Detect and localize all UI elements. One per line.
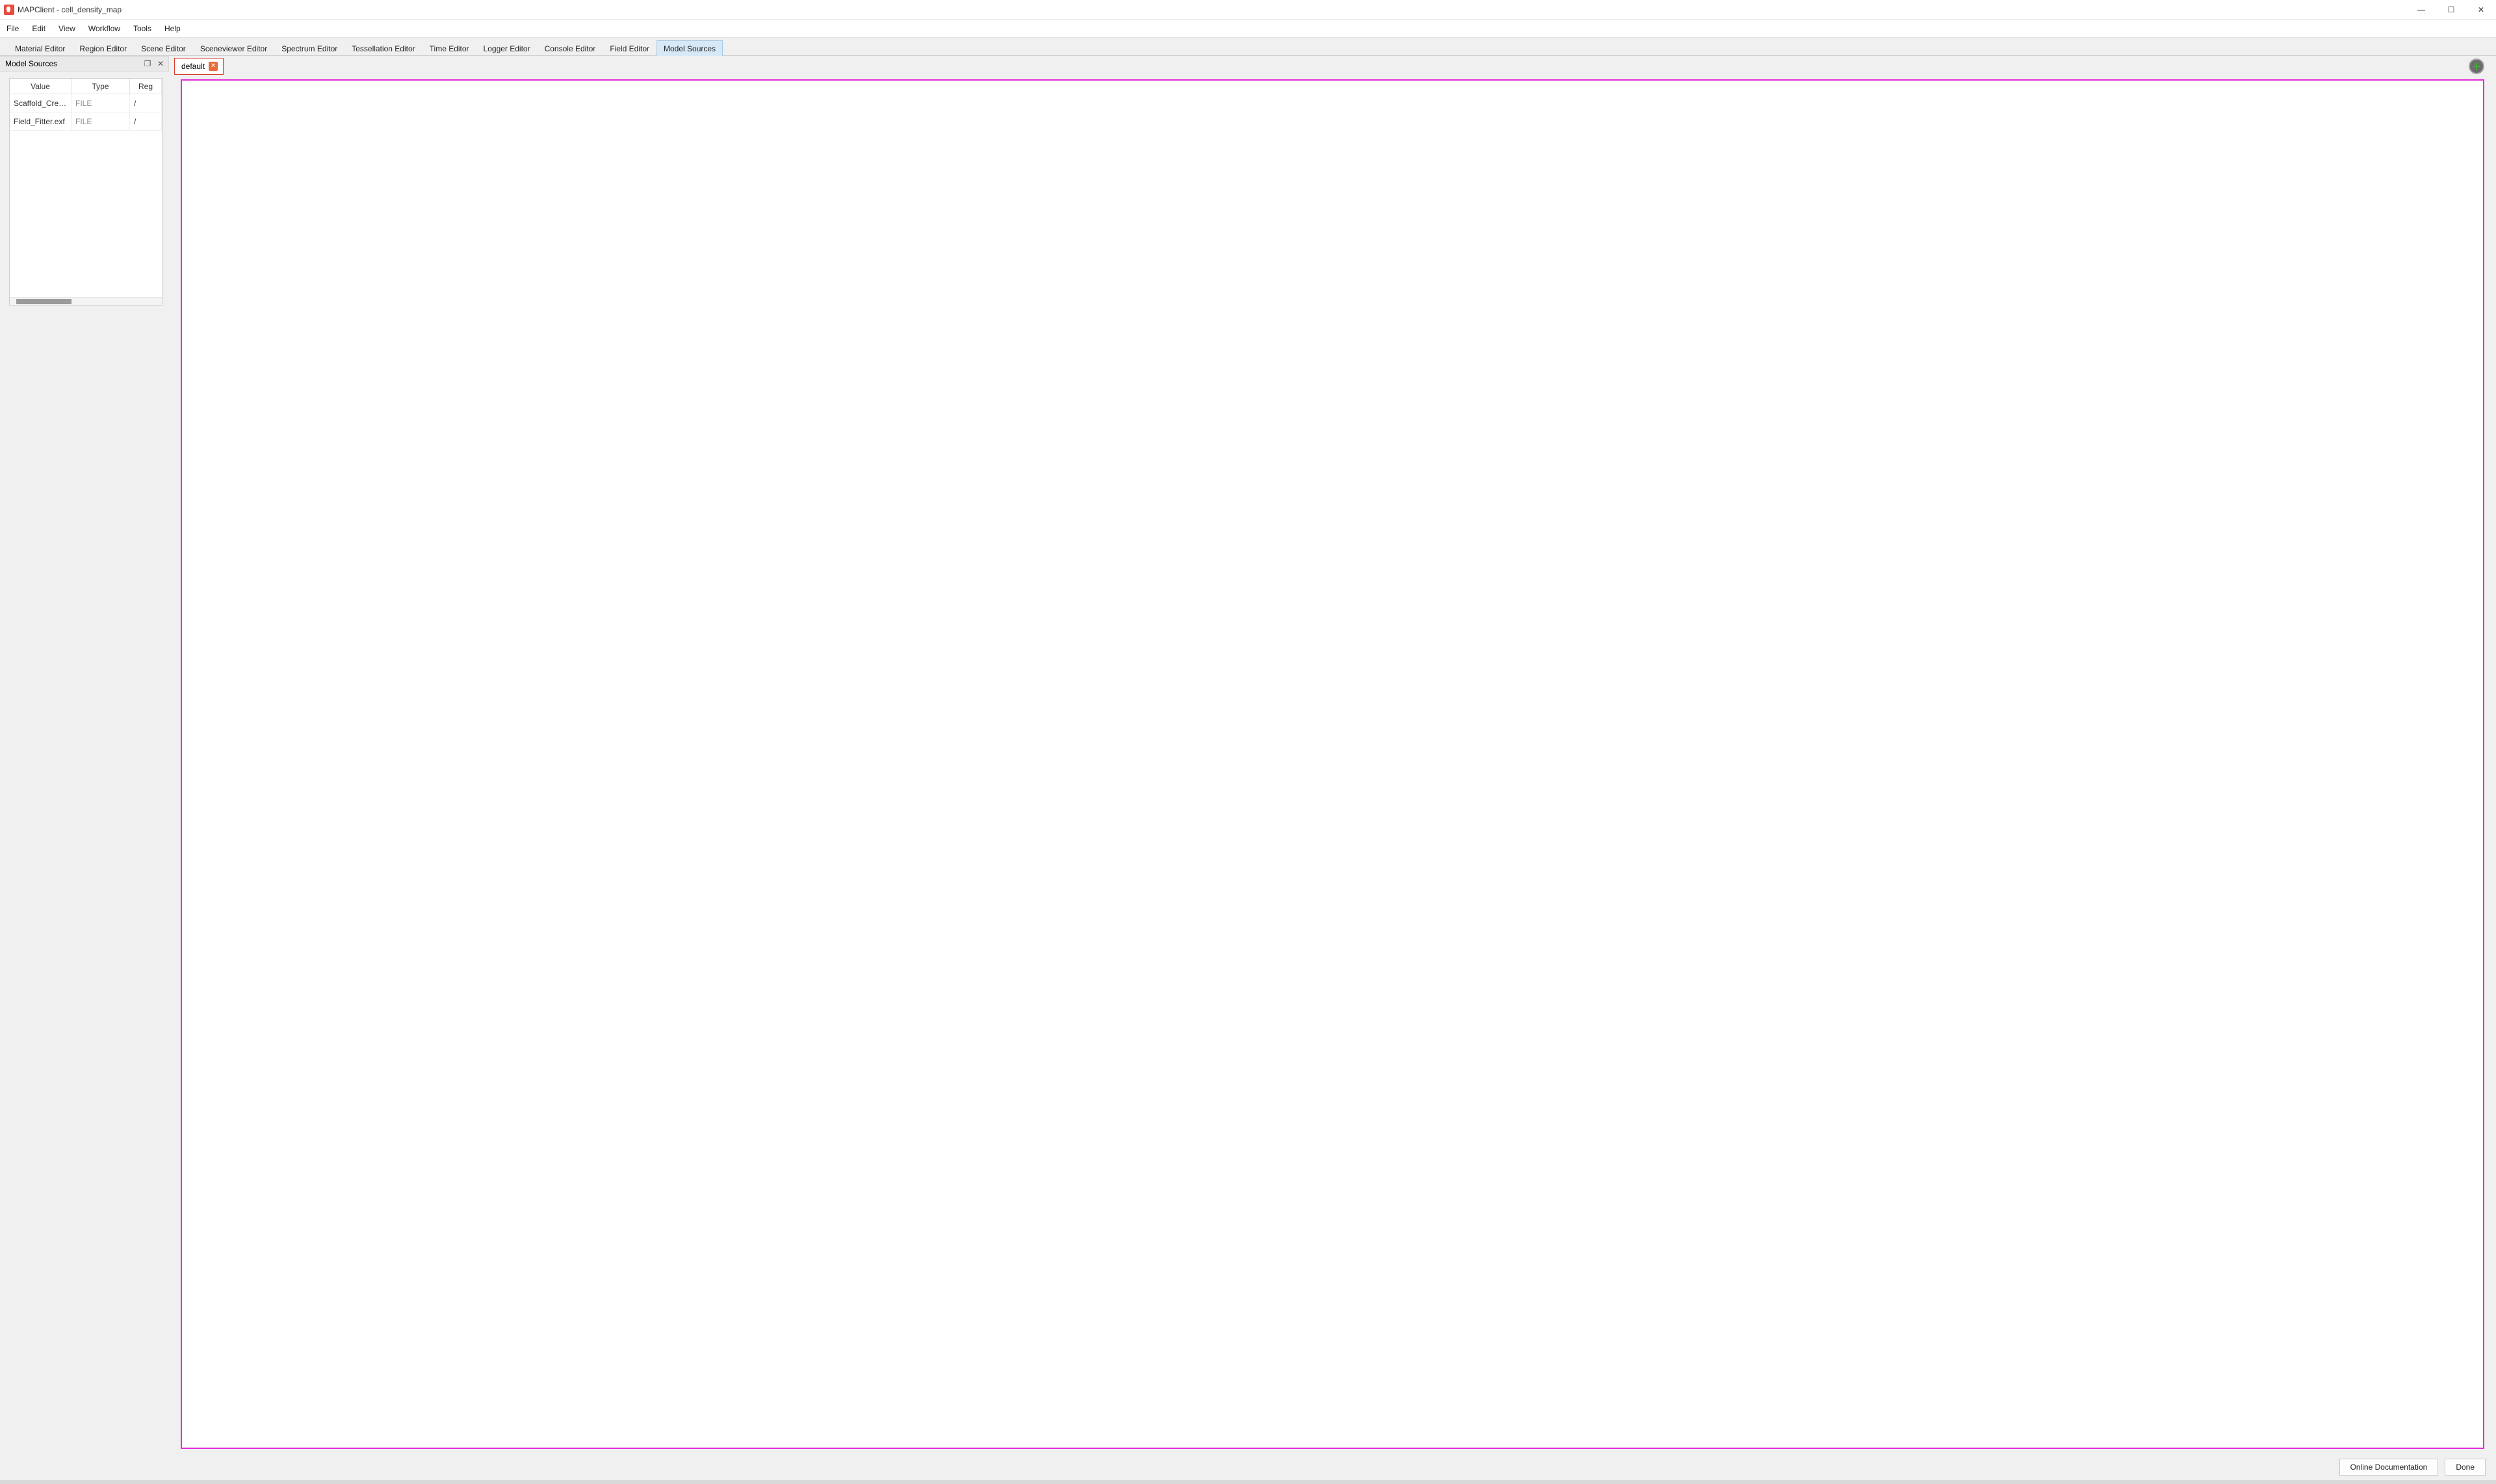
- maximize-button[interactable]: ☐: [2436, 0, 2466, 19]
- menu-help[interactable]: Help: [158, 20, 187, 38]
- cell-reg[interactable]: /: [130, 94, 162, 112]
- model-sources-panel: Model Sources ❐ ✕ Value Type Reg Scaffol…: [0, 56, 169, 1480]
- document-tab-close-icon[interactable]: ✕: [209, 62, 218, 71]
- menu-edit[interactable]: Edit: [25, 20, 52, 38]
- tab-time-editor[interactable]: Time Editor: [422, 40, 476, 56]
- cell-reg[interactable]: /: [130, 112, 162, 130]
- cell-type[interactable]: FILE: [72, 94, 130, 112]
- table-row[interactable]: Field_Fitter.exf FILE /: [10, 112, 162, 131]
- main-panel: default ✕ Online Documentation Done: [169, 56, 2496, 1480]
- tab-region-editor[interactable]: Region Editor: [72, 40, 134, 56]
- tab-scene-editor[interactable]: Scene Editor: [134, 40, 193, 56]
- panel-header[interactable]: Model Sources ❐ ✕: [0, 56, 169, 72]
- column-header-reg[interactable]: Reg: [130, 79, 162, 94]
- menu-workflow[interactable]: Workflow: [82, 20, 127, 38]
- app-window: MAPClient - cell_density_map — ☐ ✕ File …: [0, 0, 2496, 1484]
- tab-tessellation-editor[interactable]: Tessellation Editor: [344, 40, 422, 56]
- column-header-value[interactable]: Value: [10, 79, 72, 94]
- tab-field-editor[interactable]: Field Editor: [603, 40, 656, 56]
- add-document-button[interactable]: [2469, 59, 2484, 74]
- app-icon: [4, 5, 14, 15]
- tab-model-sources[interactable]: Model Sources: [656, 40, 723, 56]
- tab-console-editor[interactable]: Console Editor: [538, 40, 603, 56]
- canvas-container: [169, 77, 2496, 1454]
- viewport-canvas[interactable]: [181, 79, 2484, 1449]
- editor-tabbar: Material Editor Region Editor Scene Edit…: [0, 38, 2496, 56]
- table-row[interactable]: Scaffold_Creato... FILE /: [10, 94, 162, 112]
- horizontal-scrollbar[interactable]: [10, 297, 162, 305]
- model-sources-table: Value Type Reg Scaffold_Creato... FILE /…: [9, 78, 162, 306]
- document-tab-label: default: [181, 62, 205, 71]
- window-controls: — ☐ ✕: [2406, 0, 2496, 19]
- titlebar[interactable]: MAPClient - cell_density_map — ☐ ✕: [0, 0, 2496, 20]
- window-title: MAPClient - cell_density_map: [18, 5, 122, 14]
- tab-sceneviewer-editor[interactable]: Sceneviewer Editor: [193, 40, 274, 56]
- menu-tools[interactable]: Tools: [127, 20, 158, 38]
- table-header: Value Type Reg: [10, 79, 162, 94]
- menubar: File Edit View Workflow Tools Help: [0, 20, 2496, 38]
- cell-value[interactable]: Scaffold_Creato...: [10, 94, 72, 112]
- content-area: Model Sources ❐ ✕ Value Type Reg Scaffol…: [0, 56, 2496, 1480]
- tab-spectrum-editor[interactable]: Spectrum Editor: [274, 40, 344, 56]
- cell-value[interactable]: Field_Fitter.exf: [10, 112, 72, 130]
- menu-file[interactable]: File: [0, 20, 25, 38]
- column-header-type[interactable]: Type: [72, 79, 130, 94]
- document-tab-default[interactable]: default ✕: [174, 58, 224, 75]
- plus-icon: [2472, 62, 2481, 71]
- online-documentation-button[interactable]: Online Documentation: [2339, 1459, 2439, 1476]
- document-tabbar: default ✕: [169, 56, 2496, 77]
- tab-material-editor[interactable]: Material Editor: [8, 40, 72, 56]
- minimize-icon: —: [2417, 5, 2425, 14]
- cell-type[interactable]: FILE: [72, 112, 130, 130]
- tab-logger-editor[interactable]: Logger Editor: [476, 40, 538, 56]
- close-icon: ✕: [2478, 5, 2484, 14]
- panel-title: Model Sources: [5, 59, 57, 68]
- maximize-icon: ☐: [2448, 5, 2455, 14]
- menu-view[interactable]: View: [52, 20, 82, 38]
- table-body: Scaffold_Creato... FILE / Field_Fitter.e…: [10, 94, 162, 297]
- footer-bar: Online Documentation Done: [169, 1454, 2496, 1480]
- panel-float-button[interactable]: ❐: [141, 59, 154, 68]
- minimize-button[interactable]: —: [2406, 0, 2436, 19]
- window-close-button[interactable]: ✕: [2466, 0, 2496, 19]
- window-bottom-edge: [0, 1480, 2496, 1484]
- scrollbar-thumb[interactable]: [16, 299, 72, 304]
- panel-close-button[interactable]: ✕: [154, 59, 167, 68]
- done-button[interactable]: Done: [2445, 1459, 2486, 1476]
